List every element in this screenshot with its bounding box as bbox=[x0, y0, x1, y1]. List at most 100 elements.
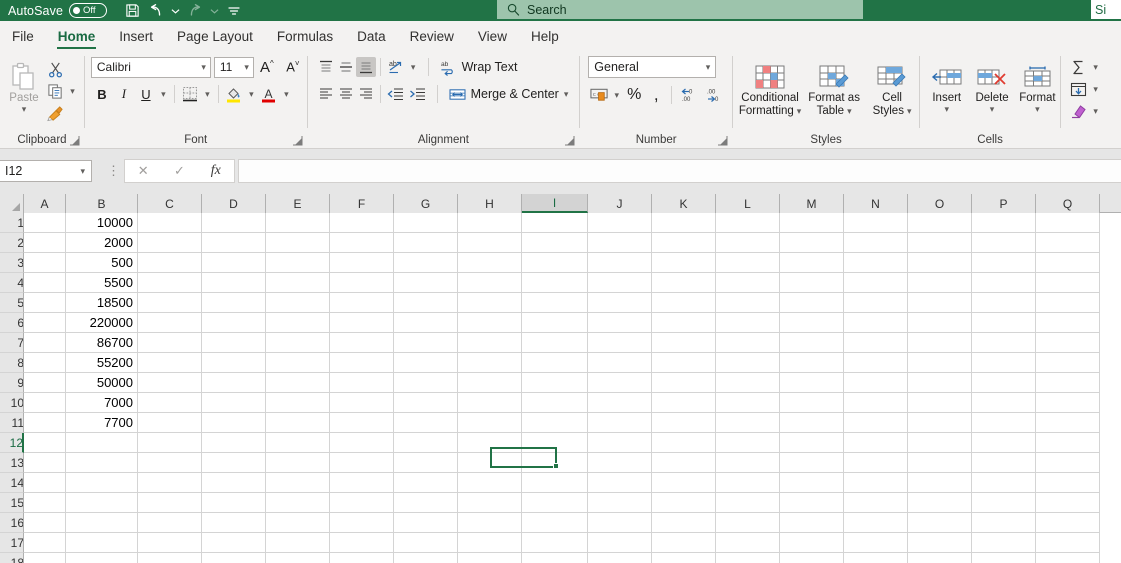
cell-h3[interactable] bbox=[458, 253, 522, 273]
cell-p17[interactable] bbox=[972, 533, 1036, 553]
copy-button[interactable] bbox=[44, 80, 66, 102]
cell-m16[interactable] bbox=[780, 513, 844, 533]
cell-d1[interactable] bbox=[202, 213, 266, 233]
clipboard-dialog-launcher-icon[interactable] bbox=[69, 136, 80, 146]
cell-k7[interactable] bbox=[652, 333, 716, 353]
tab-data[interactable]: Data bbox=[345, 21, 398, 52]
italic-button[interactable]: I bbox=[113, 83, 135, 105]
cell-h6[interactable] bbox=[458, 313, 522, 333]
cell-a15[interactable] bbox=[24, 493, 66, 513]
cell-a11[interactable] bbox=[24, 413, 66, 433]
cell-d16[interactable] bbox=[202, 513, 266, 533]
cell-p4[interactable] bbox=[972, 273, 1036, 293]
cell-g13[interactable] bbox=[394, 453, 458, 473]
cell-k15[interactable] bbox=[652, 493, 716, 513]
tab-formulas[interactable]: Formulas bbox=[265, 21, 345, 52]
cell-g4[interactable] bbox=[394, 273, 458, 293]
cell-p11[interactable] bbox=[972, 413, 1036, 433]
cell-l4[interactable] bbox=[716, 273, 780, 293]
column-header-d[interactable]: D bbox=[202, 194, 266, 213]
cell-m8[interactable] bbox=[780, 353, 844, 373]
cell-e12[interactable] bbox=[266, 433, 330, 453]
autosum-dropdown-icon[interactable]: ▾ bbox=[1089, 56, 1102, 78]
cell-j3[interactable] bbox=[588, 253, 652, 273]
font-size-select[interactable]: 11 ▾ bbox=[213, 56, 254, 78]
cell-l1[interactable] bbox=[716, 213, 780, 233]
cell-n14[interactable] bbox=[844, 473, 908, 493]
cell-l10[interactable] bbox=[716, 393, 780, 413]
cell-g16[interactable] bbox=[394, 513, 458, 533]
merge-center-dropdown-icon[interactable]: ▾ bbox=[564, 89, 569, 100]
cell-o6[interactable] bbox=[908, 313, 972, 333]
cell-b8[interactable]: 55200 bbox=[66, 353, 138, 373]
fill-color-dropdown-icon[interactable]: ▾ bbox=[245, 83, 258, 105]
cell-a17[interactable] bbox=[24, 533, 66, 553]
cell-i1[interactable] bbox=[522, 213, 588, 233]
cell-p18[interactable] bbox=[972, 553, 1036, 563]
cell-p10[interactable] bbox=[972, 393, 1036, 413]
insert-cells-dropdown-icon[interactable]: ▾ bbox=[944, 105, 949, 114]
cell-p15[interactable] bbox=[972, 493, 1036, 513]
cell-e5[interactable] bbox=[266, 293, 330, 313]
tab-help[interactable]: Help bbox=[519, 21, 571, 52]
tab-file[interactable]: File bbox=[0, 21, 46, 52]
accounting-dropdown-icon[interactable]: ▾ bbox=[610, 84, 623, 106]
cell-o15[interactable] bbox=[908, 493, 972, 513]
cell-m7[interactable] bbox=[780, 333, 844, 353]
cell-n2[interactable] bbox=[844, 233, 908, 253]
cell-d10[interactable] bbox=[202, 393, 266, 413]
cell-o10[interactable] bbox=[908, 393, 972, 413]
cell-i14[interactable] bbox=[522, 473, 588, 493]
cell-q5[interactable] bbox=[1036, 293, 1100, 313]
decrease-indent-button[interactable] bbox=[385, 83, 407, 105]
cell-b15[interactable] bbox=[66, 493, 138, 513]
autosave-switch[interactable]: Off bbox=[69, 3, 108, 18]
cell-q16[interactable] bbox=[1036, 513, 1100, 533]
cell-styles-button[interactable]: Cell Styles ▾ bbox=[865, 56, 919, 118]
cell-h17[interactable] bbox=[458, 533, 522, 553]
autosum-button[interactable] bbox=[1067, 56, 1089, 78]
column-header-g[interactable]: G bbox=[394, 194, 458, 213]
increase-decimal-button[interactable]: 0 .00 bbox=[676, 84, 702, 106]
cell-h18[interactable] bbox=[458, 553, 522, 563]
cell-q18[interactable] bbox=[1036, 553, 1100, 563]
cell-f2[interactable] bbox=[330, 233, 394, 253]
cell-f13[interactable] bbox=[330, 453, 394, 473]
cell-h9[interactable] bbox=[458, 373, 522, 393]
cell-h7[interactable] bbox=[458, 333, 522, 353]
orientation-dropdown-icon[interactable]: ▾ bbox=[407, 56, 420, 78]
cell-d4[interactable] bbox=[202, 273, 266, 293]
tab-insert[interactable]: Insert bbox=[107, 21, 165, 52]
cell-n6[interactable] bbox=[844, 313, 908, 333]
cell-b5[interactable]: 18500 bbox=[66, 293, 138, 313]
align-left-button[interactable] bbox=[316, 84, 336, 104]
customize-qat-icon[interactable] bbox=[223, 1, 245, 21]
clear-button[interactable] bbox=[1067, 100, 1089, 122]
cell-styles-dropdown-icon[interactable]: ▾ bbox=[907, 105, 912, 118]
row-header-9[interactable]: 9 bbox=[0, 373, 24, 393]
cell-c16[interactable] bbox=[138, 513, 202, 533]
cell-j15[interactable] bbox=[588, 493, 652, 513]
cell-o13[interactable] bbox=[908, 453, 972, 473]
cell-l9[interactable] bbox=[716, 373, 780, 393]
save-icon[interactable] bbox=[121, 1, 143, 21]
increase-indent-button[interactable] bbox=[407, 83, 429, 105]
cell-d2[interactable] bbox=[202, 233, 266, 253]
cell-j11[interactable] bbox=[588, 413, 652, 433]
cell-n17[interactable] bbox=[844, 533, 908, 553]
conditional-formatting-dropdown-icon[interactable]: ▾ bbox=[797, 105, 802, 118]
cell-l5[interactable] bbox=[716, 293, 780, 313]
column-header-n[interactable]: N bbox=[844, 194, 908, 213]
cell-b1[interactable]: 10000 bbox=[66, 213, 138, 233]
cell-j6[interactable] bbox=[588, 313, 652, 333]
cell-p3[interactable] bbox=[972, 253, 1036, 273]
cell-l15[interactable] bbox=[716, 493, 780, 513]
row-header-5[interactable]: 5 bbox=[0, 293, 24, 313]
cell-q17[interactable] bbox=[1036, 533, 1100, 553]
column-header-b[interactable]: B bbox=[66, 194, 138, 213]
decrease-font-size-button[interactable]: A˅ bbox=[280, 56, 306, 78]
cell-i4[interactable] bbox=[522, 273, 588, 293]
row-header-4[interactable]: 4 bbox=[0, 273, 24, 293]
alignment-dialog-launcher-icon[interactable] bbox=[565, 136, 575, 146]
cell-g5[interactable] bbox=[394, 293, 458, 313]
